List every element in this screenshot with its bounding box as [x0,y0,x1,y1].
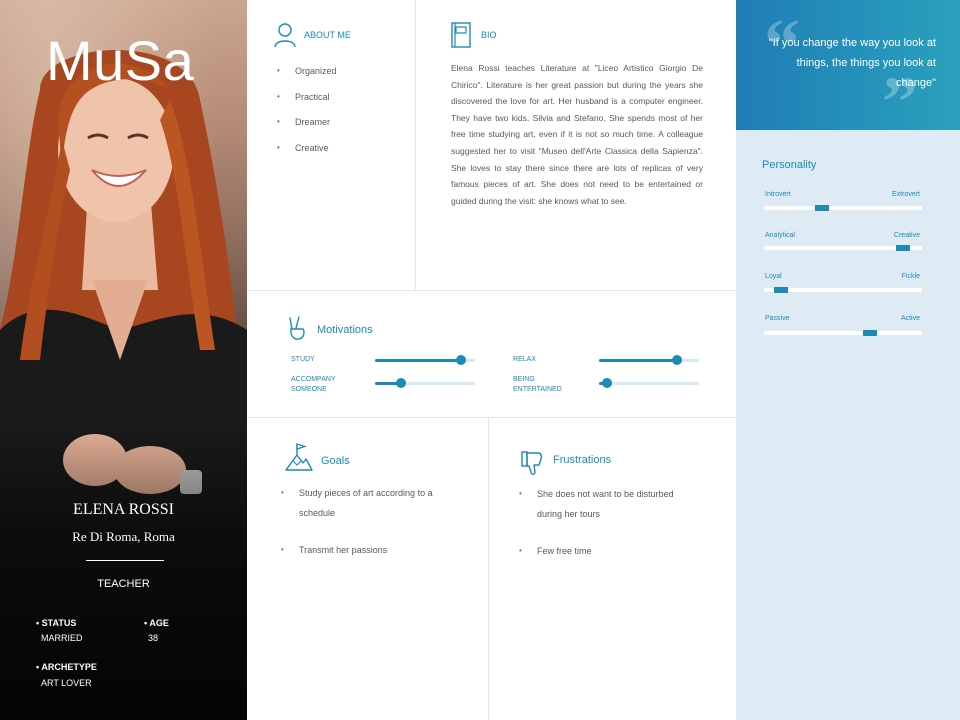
thumbs-down-icon [521,451,543,475]
trait-right-label: Extrovert [891,191,920,198]
persona-name: MuSa [46,29,195,92]
frustration-item: Few free time [519,541,674,561]
trait-marker [862,330,877,336]
goal-item: Study pieces of art according to aschedu… [281,483,433,540]
photo-shade [0,420,247,720]
frustrations-title: Frustrations [553,454,612,466]
person-role: TEACHER [97,578,150,590]
trait-right-label: Active [900,315,920,322]
goals-list: Study pieces of art according to aschedu… [281,483,433,560]
goals-frustrations-divider [488,418,489,720]
archetype-label: • ARCHETYPE [36,662,97,672]
trait-marker [815,205,830,211]
about-bio-divider [415,0,416,291]
about-list: Organized Practical Dreamer Creative [277,66,337,169]
mountain-flag-icon [285,443,313,471]
motivation-label: STUDY [291,356,315,363]
frustrations-list: She does not want to be disturbedduring … [519,484,674,561]
slider-knob[interactable] [396,378,406,388]
status-value: MARRIED [41,633,83,643]
status-label: • STATUS [36,618,77,628]
about-item: Creative [277,143,337,169]
slider-knob[interactable] [456,355,466,365]
trait-right-label: Creative [893,232,920,239]
trait-left-label: Analytical [765,232,795,239]
motivation-slider[interactable] [599,378,699,388]
personality-title: Personality [762,159,817,171]
trait-left-label: Passive [765,315,790,322]
notebook-icon [451,22,471,48]
motivation-slider[interactable] [375,378,475,388]
name-divider [86,560,164,561]
about-title: ABOUT ME [304,30,351,40]
motivation-label: ACCOMPANY SOMEONE [291,376,336,393]
person-location: Re Di Roma, Roma [72,529,175,544]
bio-text: Elena Rossi teaches Literature at "Liceo… [451,63,703,206]
about-item: Practical [277,92,337,117]
slider-fill [599,359,677,362]
quote-text: "If you change the way you look at thing… [768,37,936,89]
motivation-slider[interactable] [599,355,699,365]
personality-scale [764,330,922,336]
peace-hand-icon [289,316,305,340]
person-icon [274,23,296,48]
personality-scale [764,287,922,293]
age-label: • AGE [144,618,169,628]
age-value: 38 [148,633,159,643]
slider-fill [375,359,461,362]
motivation-slider[interactable] [375,355,475,365]
frustration-item: She does not want to be disturbedduring … [519,484,674,541]
top-section-divider [247,290,736,291]
personality-panel [736,130,960,720]
motivation-label: RELAX [513,356,536,363]
motivation-label: BEING ENTERTAINED [513,376,562,393]
goals-title: Goals [321,455,350,467]
personality-scale [764,245,922,251]
motivations-title: Motivations [317,324,373,336]
about-item: Organized [277,66,337,92]
portrait-panel [0,0,247,720]
trait-marker [896,245,911,251]
trait-left-label: Introvert [765,191,791,198]
slider-knob[interactable] [602,378,612,388]
personality-scale [764,205,922,211]
goal-item: Transmit her passions [281,540,433,560]
archetype-value: ART LOVER [41,678,92,688]
trait-left-label: Loyal [765,273,782,280]
motivation-section-divider [247,417,736,418]
person-full-name: ELENA ROSSI [73,501,174,518]
slider-knob[interactable] [672,355,682,365]
trait-marker [774,287,789,293]
bio-title: BIO [481,30,497,40]
trait-right-label: Fickle [901,273,920,280]
about-item: Dreamer [277,117,337,143]
